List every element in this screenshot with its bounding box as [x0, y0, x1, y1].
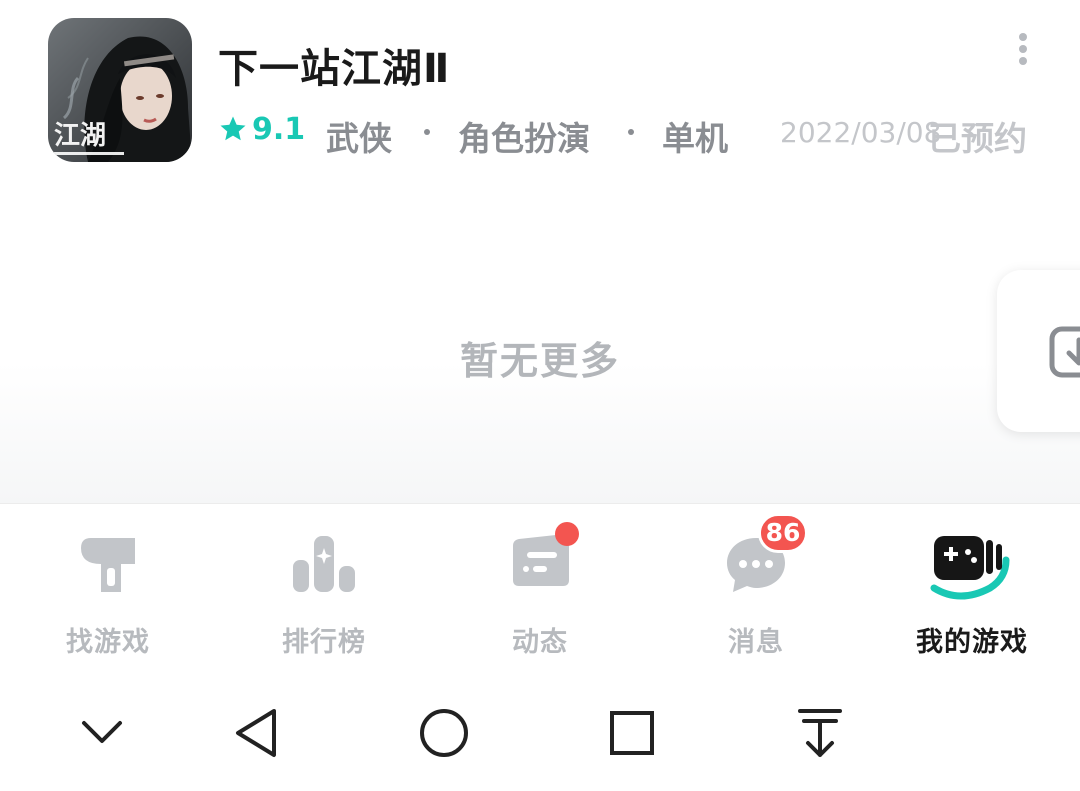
nav-item-messages[interactable]: 消息: [648, 504, 864, 676]
nav-item-leaderboard[interactable]: 排行榜: [216, 504, 432, 676]
my-games-icon: [930, 536, 1010, 600]
empty-state-text: 暂无更多: [459, 339, 620, 383]
bottom-nav: 找游戏 排行榜 动态 消息 我的游戏: [0, 503, 1080, 675]
nav-label: 我的游戏: [916, 627, 1028, 658]
download-box-icon: [1049, 326, 1080, 378]
leaderboard-icon: [293, 536, 355, 592]
release-date: 2022/03/08: [780, 116, 942, 149]
game-cover-icon[interactable]: 江湖: [48, 18, 192, 162]
find-games-icon: [81, 538, 135, 592]
system-nav-bar: [0, 675, 1080, 791]
nav-item-feed[interactable]: 动态: [432, 504, 648, 676]
star-icon: [220, 116, 246, 141]
collapse-icon[interactable]: [72, 703, 132, 763]
tag-separator: [628, 129, 634, 135]
reservation-status[interactable]: 已预约: [928, 112, 1027, 160]
nav-label: 消息: [728, 627, 784, 658]
back-icon[interactable]: [226, 703, 286, 763]
floating-download-button[interactable]: [997, 270, 1080, 432]
tag-separator: [424, 129, 430, 135]
nav-label: 找游戏: [66, 627, 150, 658]
content-area: 暂无更多: [0, 190, 1080, 503]
nav-item-find-games[interactable]: 找游戏: [0, 504, 216, 676]
message-count-badge: 86: [758, 513, 808, 553]
game-rating: 9.1: [252, 112, 306, 147]
nav-label: 排行榜: [282, 627, 366, 658]
game-title[interactable]: 下一站江湖Ⅱ: [218, 36, 450, 94]
game-tag: 角色扮演: [458, 119, 590, 158]
game-meta-row: 9.1 武侠 角色扮演 单机 2022/03/08 已预约: [218, 110, 1048, 158]
feed-notification-dot: [555, 522, 579, 546]
recents-icon[interactable]: [602, 703, 662, 763]
game-cover-caption: 江湖: [54, 121, 106, 151]
game-tag: 单机: [662, 119, 728, 158]
nav-item-my-games[interactable]: 我的游戏: [864, 504, 1080, 676]
home-icon[interactable]: [414, 703, 474, 763]
download-drawer-icon[interactable]: [790, 703, 850, 763]
nav-label: 动态: [512, 627, 568, 658]
game-tag: 武侠: [326, 119, 392, 158]
game-card[interactable]: 江湖 下一站江湖Ⅱ 9.1 武侠 角色扮演 单机 2022/03/08 已预约: [0, 0, 1080, 190]
more-options-icon[interactable]: [1004, 30, 1042, 66]
